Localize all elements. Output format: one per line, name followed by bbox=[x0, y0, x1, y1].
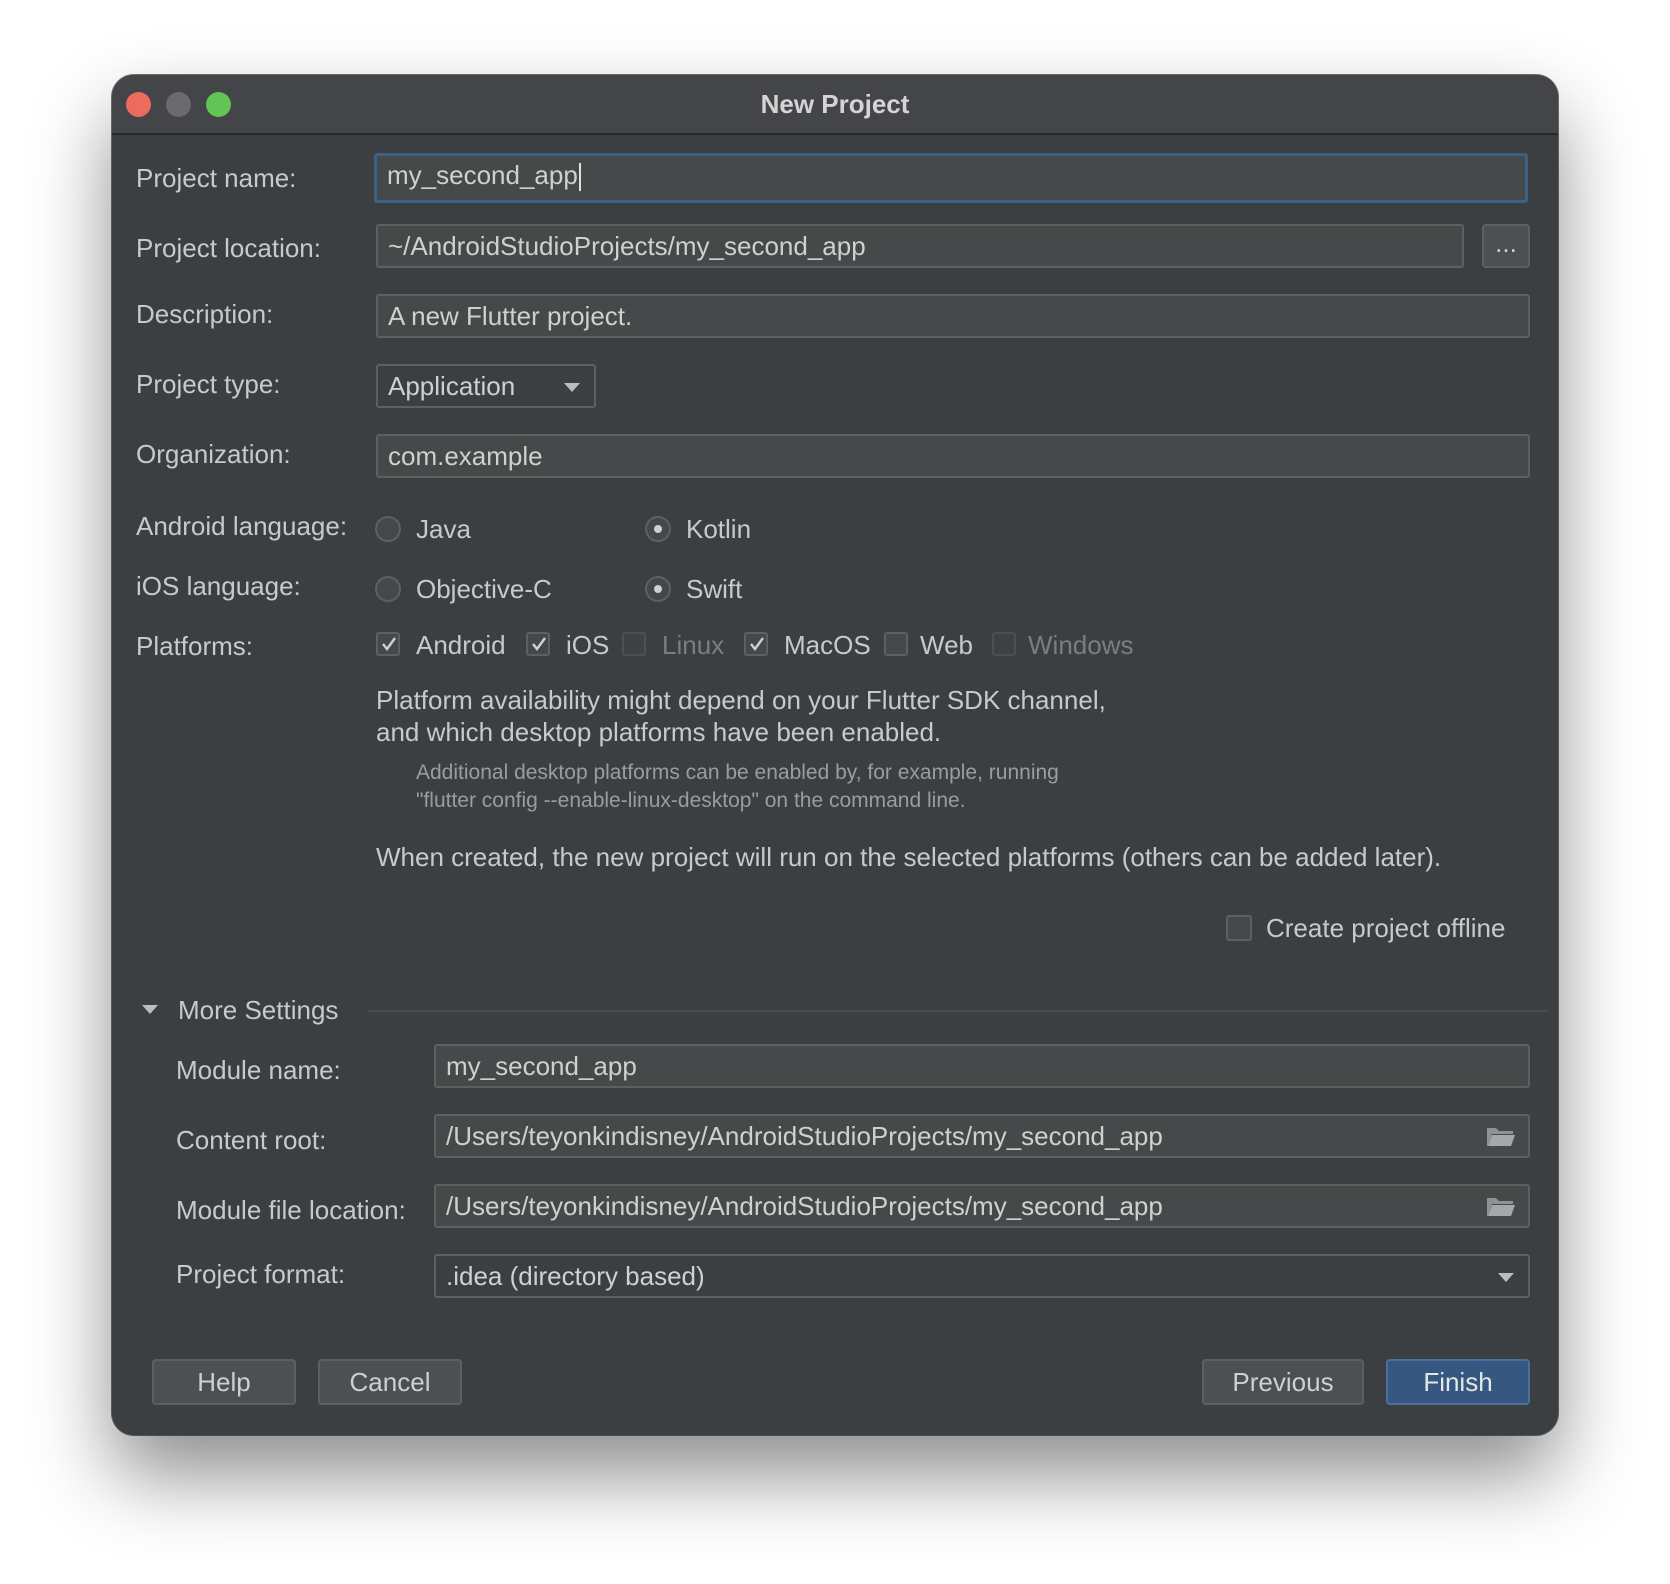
module-file-location-label: Module file location: bbox=[176, 1195, 406, 1225]
checkbox-windows bbox=[992, 632, 1016, 656]
project-name-label: Project name: bbox=[136, 163, 297, 193]
checkbox-android[interactable] bbox=[376, 632, 400, 656]
checkbox-macos[interactable] bbox=[744, 632, 768, 656]
checkbox-web-label[interactable]: Web bbox=[920, 630, 973, 661]
project-name-value: my_second_app bbox=[387, 160, 578, 190]
finish-button[interactable]: Finish bbox=[1386, 1359, 1530, 1405]
description-label: Description: bbox=[136, 299, 274, 329]
checkbox-windows-label: Windows bbox=[1028, 630, 1134, 660]
description-input[interactable]: A new Flutter project. bbox=[376, 294, 1530, 338]
checkbox-create-offline[interactable] bbox=[1226, 915, 1252, 941]
description-value: A new Flutter project. bbox=[388, 301, 633, 331]
title-bar: New Project bbox=[112, 75, 1558, 135]
radio-swift-label[interactable]: Swift bbox=[686, 574, 742, 605]
chevron-down-icon bbox=[1498, 1273, 1514, 1282]
platforms-label: Platforms: bbox=[136, 631, 254, 661]
checkmark-icon bbox=[532, 637, 546, 651]
checkbox-ios[interactable] bbox=[526, 632, 550, 656]
module-file-location-input[interactable]: /Users/teyonkindisney/AndroidStudioProje… bbox=[434, 1184, 1530, 1228]
checkmark-icon bbox=[750, 637, 764, 651]
organization-input[interactable]: com.example bbox=[376, 434, 1530, 478]
window-title: New Project bbox=[760, 89, 910, 119]
collapse-triangle-icon[interactable] bbox=[142, 1005, 158, 1014]
checkbox-macos-label[interactable]: MacOS bbox=[784, 630, 871, 661]
organization-value: com.example bbox=[388, 441, 543, 471]
project-format-value: .idea (directory based) bbox=[446, 1261, 705, 1291]
platform-hint-line-2: "flutter config --enable-linux-desktop" … bbox=[416, 789, 966, 812]
checkbox-create-offline-label[interactable]: Create project offline bbox=[1266, 913, 1505, 944]
radio-swift[interactable] bbox=[645, 576, 671, 602]
radio-kotlin-label[interactable]: Kotlin bbox=[686, 514, 751, 545]
checkbox-linux-label: Linux bbox=[662, 630, 725, 660]
project-type-value: Application bbox=[388, 371, 516, 401]
previous-button[interactable]: Previous bbox=[1202, 1359, 1364, 1405]
project-format-label: Project format: bbox=[176, 1259, 346, 1289]
new-project-dialog: New Project Project name: my_second_app … bbox=[112, 75, 1558, 1435]
content-root-value: /Users/teyonkindisney/AndroidStudioProje… bbox=[446, 1121, 1163, 1151]
help-button[interactable]: Help bbox=[152, 1359, 296, 1405]
radio-java-label[interactable]: Java bbox=[416, 514, 471, 545]
module-name-value: my_second_app bbox=[446, 1051, 637, 1081]
more-settings-toggle[interactable]: More Settings bbox=[178, 995, 338, 1026]
module-file-location-value: /Users/teyonkindisney/AndroidStudioProje… bbox=[446, 1191, 1163, 1221]
project-location-label: Project location: bbox=[136, 233, 321, 263]
module-name-input[interactable]: my_second_app bbox=[434, 1044, 1530, 1088]
section-divider bbox=[368, 1010, 1548, 1012]
project-location-value: ~/AndroidStudioProjects/my_second_app bbox=[388, 231, 866, 261]
chevron-down-icon bbox=[564, 383, 580, 392]
module-name-label: Module name: bbox=[176, 1055, 341, 1085]
cancel-button[interactable]: Cancel bbox=[318, 1359, 462, 1405]
content-root-label: Content root: bbox=[176, 1125, 327, 1155]
project-format-dropdown[interactable]: .idea (directory based) bbox=[434, 1254, 1530, 1298]
checkbox-linux bbox=[622, 632, 646, 656]
radio-java[interactable] bbox=[375, 516, 401, 542]
folder-icon[interactable] bbox=[1486, 1194, 1516, 1223]
project-type-dropdown[interactable]: Application bbox=[376, 364, 596, 408]
project-location-input[interactable]: ~/AndroidStudioProjects/my_second_app bbox=[376, 224, 1464, 268]
radio-objective-c-label[interactable]: Objective-C bbox=[416, 574, 552, 605]
ios-language-label: iOS language: bbox=[136, 571, 301, 601]
checkbox-android-label[interactable]: Android bbox=[416, 630, 506, 661]
project-name-input[interactable]: my_second_app bbox=[374, 153, 1528, 203]
checkmark-icon bbox=[382, 637, 396, 651]
content-root-input[interactable]: /Users/teyonkindisney/AndroidStudioProje… bbox=[434, 1114, 1530, 1158]
checkbox-ios-label[interactable]: iOS bbox=[566, 630, 609, 661]
radio-objective-c[interactable] bbox=[375, 576, 401, 602]
text-caret bbox=[578, 163, 581, 192]
project-type-label: Project type: bbox=[136, 369, 281, 399]
checkbox-web[interactable] bbox=[884, 632, 908, 656]
platform-note-line-2: and which desktop platforms have been en… bbox=[376, 717, 942, 747]
android-language-label: Android language: bbox=[136, 511, 348, 541]
folder-icon[interactable] bbox=[1486, 1124, 1516, 1153]
organization-label: Organization: bbox=[136, 439, 291, 469]
platform-hint-line-1: Additional desktop platforms can be enab… bbox=[416, 761, 1059, 784]
platform-note-line-1: Platform availability might depend on yo… bbox=[376, 685, 1106, 715]
browse-location-button[interactable]: ... bbox=[1482, 224, 1530, 268]
radio-kotlin[interactable] bbox=[645, 516, 671, 542]
platform-note-line-3: When created, the new project will run o… bbox=[376, 842, 1442, 872]
